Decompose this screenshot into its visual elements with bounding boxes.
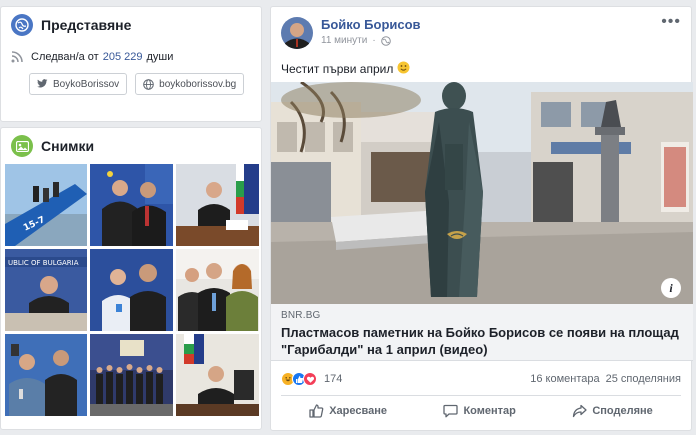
link-domain: BNR.BG (281, 310, 321, 321)
reaction-count: 174 (324, 373, 343, 385)
followers-suffix: души (146, 51, 174, 63)
engagement-counts: 16 коментара 25 споделяния (530, 373, 681, 385)
comment-button-label: Коментар (463, 404, 516, 417)
comments-count[interactable]: 16 коментара (530, 373, 599, 385)
share-button-label: Споделяне (592, 404, 653, 417)
rss-icon (11, 51, 23, 63)
photos-title: Снимки (41, 138, 95, 154)
photo-thumbnail[interactable] (176, 334, 259, 416)
globe-icon (11, 14, 33, 36)
website-link[interactable]: boykoborissov.bg (135, 73, 245, 95)
post-time[interactable]: 11 минути (321, 35, 367, 46)
photos-icon (11, 135, 33, 157)
photos-grid: 15-7 UBLIC OF BULGARIA (5, 164, 259, 416)
photo-thumbnail[interactable]: UBLIC OF BULGARIA (5, 249, 87, 331)
like-button-label: Харесване (329, 404, 387, 417)
intro-card: Представяне Следван/а от 205 229 души Bo… (0, 6, 262, 122)
photo-thumbnail[interactable] (90, 164, 173, 246)
post-author[interactable]: Бойко Борисов (321, 17, 421, 32)
twitter-link-label: BoykoBorissov (53, 78, 120, 90)
meta-separator: · (372, 35, 376, 46)
post-card: Бойко Борисов 11 минути · ••• Честит пър… (270, 6, 693, 431)
photos-card: Снимки 15-7 UBLIC OF BULGARIA (0, 127, 262, 430)
info-icon[interactable]: i (661, 278, 681, 298)
photo-thumbnail[interactable] (176, 164, 259, 246)
globe-icon (380, 35, 391, 46)
photo-thumbnail[interactable]: 15-7 (5, 164, 87, 246)
twitter-link[interactable]: BoykoBorissov (29, 73, 128, 95)
followers-prefix: Следван/а от (31, 51, 99, 63)
post-text-content: Честит първи април (281, 62, 394, 76)
photos-header: Снимки (1, 128, 261, 164)
website-link-label: boykoborissov.bg (159, 78, 237, 90)
comment-icon (443, 404, 459, 417)
avatar[interactable] (281, 17, 313, 49)
followers-row: Следван/а от 205 229 души (1, 43, 261, 63)
post-actions: Харесване Коментар Споделяне (281, 395, 681, 425)
intro-header: Представяне (1, 7, 261, 43)
post-stats: 174 16 коментара 25 споделяния (281, 369, 681, 389)
like-button[interactable]: Харесване (309, 403, 387, 418)
post-meta: 11 минути · (321, 35, 421, 46)
link-preview-image[interactable]: i (271, 82, 693, 304)
photo-thumbnail[interactable] (176, 249, 259, 331)
photo-thumbnail[interactable] (90, 334, 173, 416)
love-reaction-icon (303, 372, 317, 386)
shares-count[interactable]: 25 споделяния (606, 373, 681, 385)
profile-links: BoykoBorissov boykoborissov.bg (1, 63, 261, 95)
comment-button[interactable]: Коментар (443, 404, 516, 418)
post-text: Честит първи април (271, 57, 691, 77)
globe-icon (143, 78, 154, 90)
reactions-summary[interactable]: 174 (281, 372, 343, 386)
share-button[interactable]: Споделяне (572, 404, 653, 418)
thumbs-up-icon (309, 403, 324, 418)
link-preview[interactable]: BNR.BG Пластмасов паметник на Бойко Бори… (271, 304, 693, 361)
smile-icon (397, 61, 410, 77)
intro-title: Представяне (41, 17, 132, 33)
twitter-icon (37, 79, 48, 88)
post-header: Бойко Борисов 11 минути · (271, 7, 691, 57)
more-options-icon[interactable]: ••• (661, 13, 681, 31)
link-title[interactable]: Пластмасов паметник на Бойко Борисов се … (281, 324, 683, 358)
photo-thumbnail[interactable] (90, 249, 173, 331)
followers-count[interactable]: 205 229 (103, 51, 143, 63)
share-icon (573, 404, 587, 417)
photo-thumbnail[interactable] (5, 334, 87, 416)
svg-text:UBLIC OF BULGARIA: UBLIC OF BULGARIA (8, 259, 79, 267)
